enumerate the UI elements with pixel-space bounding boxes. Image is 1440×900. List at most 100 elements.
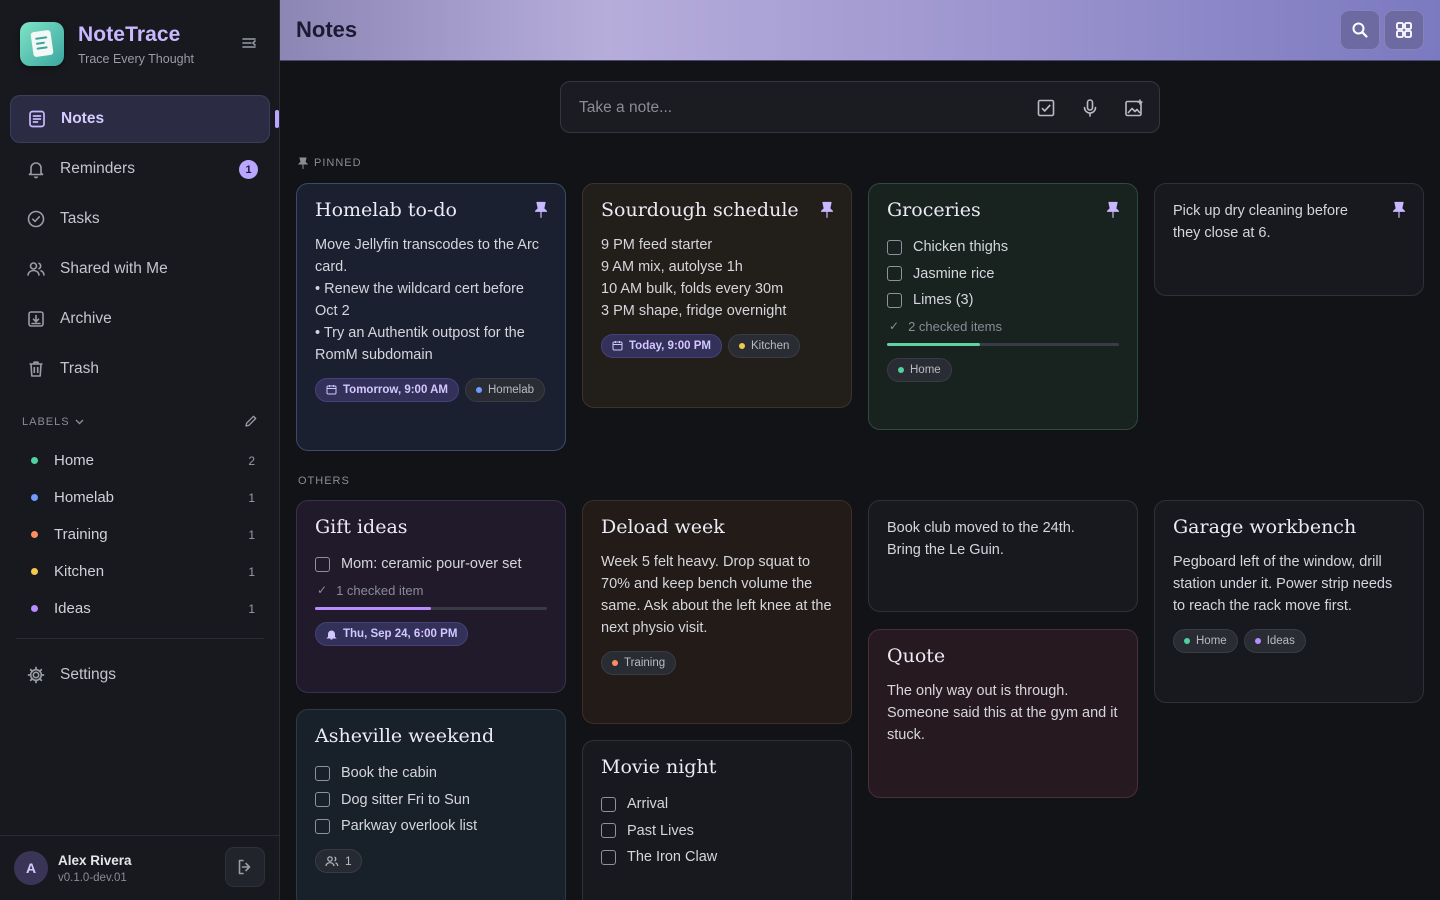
checklist-item: Mom: ceramic pour-over set [315, 551, 547, 578]
pin-icon[interactable] [533, 201, 549, 219]
image-icon [1124, 98, 1144, 118]
note-text: Pegboard left of the window, drill stati… [1173, 553, 1393, 614]
new-checklist-button[interactable] [1033, 95, 1059, 121]
label-color-dot [31, 457, 38, 464]
note-card-movie-night[interactable]: Movie night Arrival Past Lives The Iron … [582, 740, 852, 900]
checklist-item: Arrival [601, 791, 833, 818]
label-homelab[interactable]: Homelab 1 [20, 479, 260, 516]
note-line: 10 AM bulk, folds every 30m [601, 280, 784, 297]
note-card-gift-ideas[interactable]: Gift ideas Mom: ceramic pour-over set ✓ 1… [296, 500, 566, 693]
nav-label: Notes [61, 110, 105, 127]
checkbox[interactable] [887, 239, 902, 255]
checkbox[interactable] [601, 823, 616, 839]
nav-item-tasks[interactable]: Tasks [10, 195, 270, 243]
logout-icon [235, 857, 255, 877]
note-card-asheville-weekend[interactable]: Asheville weekend Book the cabin Dog sit… [296, 709, 566, 900]
pin-icon[interactable] [1391, 201, 1407, 219]
take-note-input[interactable] [579, 96, 1009, 120]
app-version: v0.1.0-dev.01 [58, 871, 127, 884]
pin-icon[interactable] [1105, 201, 1121, 219]
note-card-quote[interactable]: Quote The only way out is through. Someo… [868, 629, 1138, 798]
logout-button[interactable] [225, 847, 265, 887]
note-card-deload-week[interactable]: Deload week Week 5 felt heavy. Drop squa… [582, 500, 852, 724]
reminder-chip[interactable]: Tomorrow, 9:00 AM [315, 377, 459, 402]
checklist-item: Dog sitter Fri to Sun [315, 786, 547, 813]
label-training[interactable]: Training 1 [20, 516, 260, 553]
note-card-dry-cleaning[interactable]: Pick up dry cleaning before they close a… [1154, 183, 1424, 296]
note-text: Pick up dry cleaning before they close a… [1173, 203, 1348, 241]
user-profile[interactable]: A Alex Rivera v0.1.0-dev.01 [14, 851, 132, 885]
nav-item-notes[interactable]: Notes [10, 95, 270, 143]
checkbox[interactable] [315, 556, 330, 572]
pin-icon[interactable] [819, 201, 835, 219]
calendar-icon [326, 384, 337, 395]
checklist-item: Parkway overlook list [315, 813, 547, 840]
nav-item-settings[interactable]: Settings [10, 651, 270, 699]
label-color-dot [612, 659, 618, 666]
note-card-garage-workbench[interactable]: Garage workbench Pegboard left of the wi… [1154, 500, 1424, 703]
note-card-groceries[interactable]: Groceries Chicken thighs Jasmine rice Li… [868, 183, 1138, 430]
checkbox[interactable] [315, 765, 330, 781]
collapse-sidebar-icon[interactable] [240, 36, 262, 54]
note-card-book-club[interactable]: Book club moved to the 24th. Bring the L… [868, 500, 1138, 612]
note-line: Move Jellyfin transcodes to the Arc card… [315, 236, 540, 275]
label-ideas[interactable]: Ideas 1 [20, 590, 260, 627]
nav-label: Reminders [60, 160, 135, 177]
note-title: Deload week [601, 516, 725, 538]
voice-note-button[interactable] [1077, 95, 1103, 121]
label-chip[interactable]: Training [601, 650, 677, 675]
label-chip[interactable]: Ideas [1243, 628, 1306, 653]
checklist-progress [315, 607, 547, 611]
label-home[interactable]: Home 2 [20, 442, 260, 479]
label-color-dot [1254, 637, 1261, 644]
checked-items-toggle[interactable]: ✓ 2 checked items [887, 313, 1119, 339]
nav-item-reminders[interactable]: Reminders 1 [10, 145, 270, 193]
trash-icon [26, 359, 46, 379]
note-line: 3 PM shape, fridge overnight [601, 302, 787, 319]
nav-item-shared[interactable]: Shared with Me [10, 245, 270, 293]
checkbox[interactable] [887, 266, 902, 282]
checkbox[interactable] [887, 292, 902, 308]
note-title: Garage workbench [1173, 516, 1357, 538]
archive-icon [26, 309, 46, 329]
label-chip[interactable]: Home [1173, 628, 1238, 653]
image-note-button[interactable] [1121, 95, 1147, 121]
brand[interactable]: NoteTrace Trace Every Thought [20, 22, 194, 66]
checkbox-icon [1036, 98, 1056, 118]
note-card-homelab[interactable]: Homelab to-do Move Jellyfin transcodes t… [296, 183, 566, 451]
checkbox[interactable] [601, 849, 616, 865]
grid-view-button[interactable] [1384, 10, 1424, 50]
checked-items-toggle[interactable]: ✓ 1 checked item [315, 577, 547, 603]
labels-header[interactable]: LABELS [22, 414, 258, 431]
pinned-section-header: PINNED [298, 157, 362, 169]
checkbox[interactable] [315, 818, 330, 834]
note-card-sourdough[interactable]: Sourdough schedule 9 PM feed starter 9 A… [582, 183, 852, 408]
label-color-dot [739, 342, 746, 349]
reminder-chip[interactable]: Today, 9:00 PM [601, 333, 723, 358]
label-chip[interactable]: Home [887, 358, 952, 383]
checklist-item: The Iron Claw [601, 844, 833, 871]
note-title: Gift ideas [315, 516, 408, 538]
check-circle-icon [26, 209, 46, 229]
note-title: Quote [887, 645, 946, 667]
collaborators-chip[interactable]: 1 [315, 849, 362, 874]
label-chip[interactable]: Homelab [465, 377, 546, 402]
search-button[interactable] [1340, 10, 1380, 50]
label-chip[interactable]: Kitchen [728, 333, 801, 358]
bell-icon [26, 159, 46, 179]
sidebar-divider [16, 638, 264, 639]
avatar: A [14, 851, 48, 885]
nav-item-archive[interactable]: Archive [10, 295, 270, 343]
bell-icon [326, 629, 337, 640]
reminder-chip[interactable]: Thu, Sep 24, 6:00 PM [315, 622, 469, 647]
label-color-dot [31, 531, 38, 538]
checkbox[interactable] [315, 792, 330, 808]
note-title: Groceries [887, 199, 981, 221]
checkbox[interactable] [601, 796, 616, 812]
label-kitchen[interactable]: Kitchen 1 [20, 553, 260, 590]
nav-label: Archive [60, 310, 112, 327]
user-name: Alex Rivera [58, 852, 132, 868]
edit-labels-icon[interactable] [244, 414, 258, 431]
app-name: NoteTrace [78, 22, 181, 46]
nav-item-trash[interactable]: Trash [10, 345, 270, 393]
